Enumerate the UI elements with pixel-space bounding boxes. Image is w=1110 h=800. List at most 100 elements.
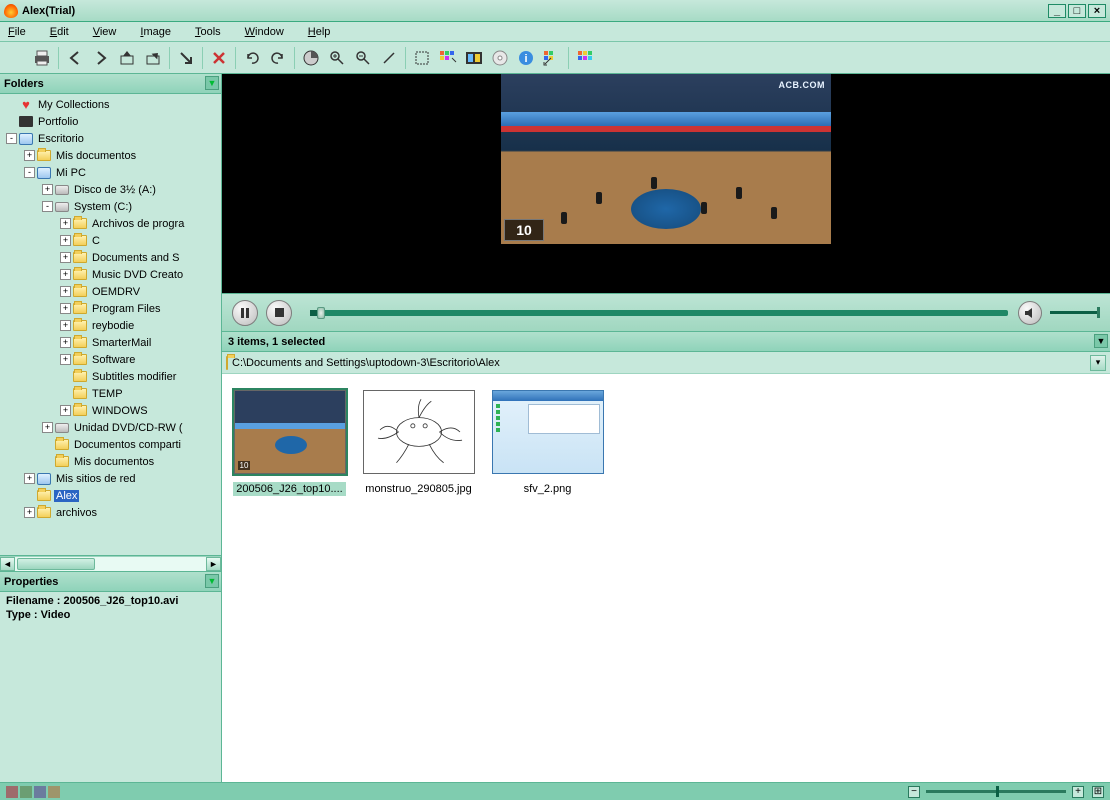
select-icon[interactable] [410,46,434,70]
color-patch[interactable] [20,786,32,798]
properties-dropdown-icon[interactable]: ▼ [205,574,219,588]
print-icon[interactable] [30,46,54,70]
tree-item[interactable]: TEMP [2,385,221,402]
undo-icon[interactable] [240,46,264,70]
download-icon[interactable] [174,46,198,70]
thumbnail[interactable]: 10200506_J26_top10.... [232,390,347,496]
tree-item[interactable]: +SmarterMail [2,334,221,351]
tree-item[interactable]: Portfolio [2,113,221,130]
expand-icon[interactable]: + [60,286,71,297]
expand-icon[interactable]: + [60,320,71,331]
zoom-handle[interactable] [996,786,999,797]
redo-icon[interactable] [266,46,290,70]
info-icon[interactable]: i [514,46,538,70]
zoom-in-button[interactable]: + [1072,786,1084,798]
tree-item[interactable]: +Software [2,351,221,368]
scroll-thumb[interactable] [17,558,95,570]
tree-item[interactable]: +reybodie [2,317,221,334]
status-dropdown-icon[interactable]: ▼ [1094,334,1108,348]
menu-edit[interactable]: Edit [50,26,69,38]
tree-item[interactable]: +Program Files [2,300,221,317]
maximize-button[interactable]: □ [1068,4,1086,18]
tree-item[interactable]: +Disco de 3½ (A:) [2,181,221,198]
zoom-fit-button[interactable]: ⊞ [1092,786,1104,798]
color-patch[interactable] [48,786,60,798]
expand-icon[interactable]: + [42,422,53,433]
tree-item[interactable]: +archivos [2,504,221,521]
seek-bar[interactable] [310,310,1008,316]
zoom-out-button[interactable]: − [908,786,920,798]
tree-item[interactable]: -Escritorio [2,130,221,147]
expand-icon[interactable]: + [60,303,71,314]
thumbnail[interactable]: sfv_2.png [490,390,605,496]
menu-image[interactable]: Image [140,26,171,38]
expand-icon[interactable]: + [60,218,71,229]
color-patch[interactable] [34,786,46,798]
collapse-icon[interactable]: - [24,167,35,178]
tree-item[interactable]: +Mis sitios de red [2,470,221,487]
menu-help[interactable]: Help [308,26,331,38]
expand-icon[interactable]: + [60,269,71,280]
scroll-right-icon[interactable]: ► [206,557,221,571]
tree-item[interactable]: +Unidad DVD/CD-RW ( [2,419,221,436]
back-icon[interactable] [63,46,87,70]
film-icon[interactable] [462,46,486,70]
grid-icon[interactable] [573,46,597,70]
expand-icon[interactable]: + [24,507,35,518]
expand-icon[interactable]: + [60,405,71,416]
disc-icon[interactable] [488,46,512,70]
zoom-track[interactable] [926,790,1066,793]
volume-icon[interactable] [1018,301,1042,325]
up-icon[interactable] [115,46,139,70]
expand-icon[interactable]: + [24,473,35,484]
delete-icon[interactable] [207,46,231,70]
path-dropdown-icon[interactable]: ▾ [1090,355,1106,371]
folder-tree[interactable]: ♥My CollectionsPortfolio-Escritorio+Mis … [0,94,221,556]
tree-item[interactable]: +Music DVD Creato [2,266,221,283]
scroll-left-icon[interactable]: ◄ [0,557,15,571]
tree-item[interactable]: +Archivos de progra [2,215,221,232]
tree-item[interactable]: Documentos comparti [2,436,221,453]
burn-icon[interactable] [4,46,28,70]
pause-button[interactable] [232,300,258,326]
folders-dropdown-icon[interactable]: ▼ [205,76,219,90]
menu-view[interactable]: View [93,26,117,38]
volume-handle[interactable] [1097,307,1100,318]
wand-icon[interactable] [377,46,401,70]
scroll-track[interactable] [15,557,206,571]
tree-item[interactable]: +C [2,232,221,249]
collapse-icon[interactable]: - [42,201,53,212]
pie-icon[interactable] [299,46,323,70]
palette-icon[interactable] [436,46,460,70]
tree-item[interactable]: Subtitles modifier [2,368,221,385]
menu-window[interactable]: Window [245,26,284,38]
zoom-in-icon[interactable] [325,46,349,70]
tree-item[interactable]: Alex [2,487,221,504]
menu-file[interactable]: File [8,26,26,38]
tree-item[interactable]: +Documents and S [2,249,221,266]
forward-icon[interactable] [89,46,113,70]
color-patch[interactable] [6,786,18,798]
tree-item[interactable]: +Mis documentos [2,147,221,164]
expand-icon[interactable]: + [60,354,71,365]
tree-item[interactable]: -System (C:) [2,198,221,215]
expand-icon[interactable]: + [42,184,53,195]
menu-tools[interactable]: Tools [195,26,221,38]
seek-handle[interactable] [317,307,325,319]
volume-slider[interactable] [1050,311,1100,314]
export-icon[interactable] [141,46,165,70]
thumbnail-area[interactable]: 10200506_J26_top10....monstruo_290805.jp… [222,374,1110,782]
colors-icon[interactable] [540,46,564,70]
tree-item[interactable]: ♥My Collections [2,96,221,113]
tree-item[interactable]: -Mi PC [2,164,221,181]
expand-icon[interactable]: + [24,150,35,161]
expand-icon[interactable]: + [60,235,71,246]
minimize-button[interactable]: _ [1048,4,1066,18]
collapse-icon[interactable]: - [6,133,17,144]
zoom-out-icon[interactable] [351,46,375,70]
tree-hscrollbar[interactable]: ◄ ► [0,556,221,572]
stop-button[interactable] [266,300,292,326]
tree-item[interactable]: Mis documentos [2,453,221,470]
tree-item[interactable]: +WINDOWS [2,402,221,419]
expand-icon[interactable]: + [60,337,71,348]
